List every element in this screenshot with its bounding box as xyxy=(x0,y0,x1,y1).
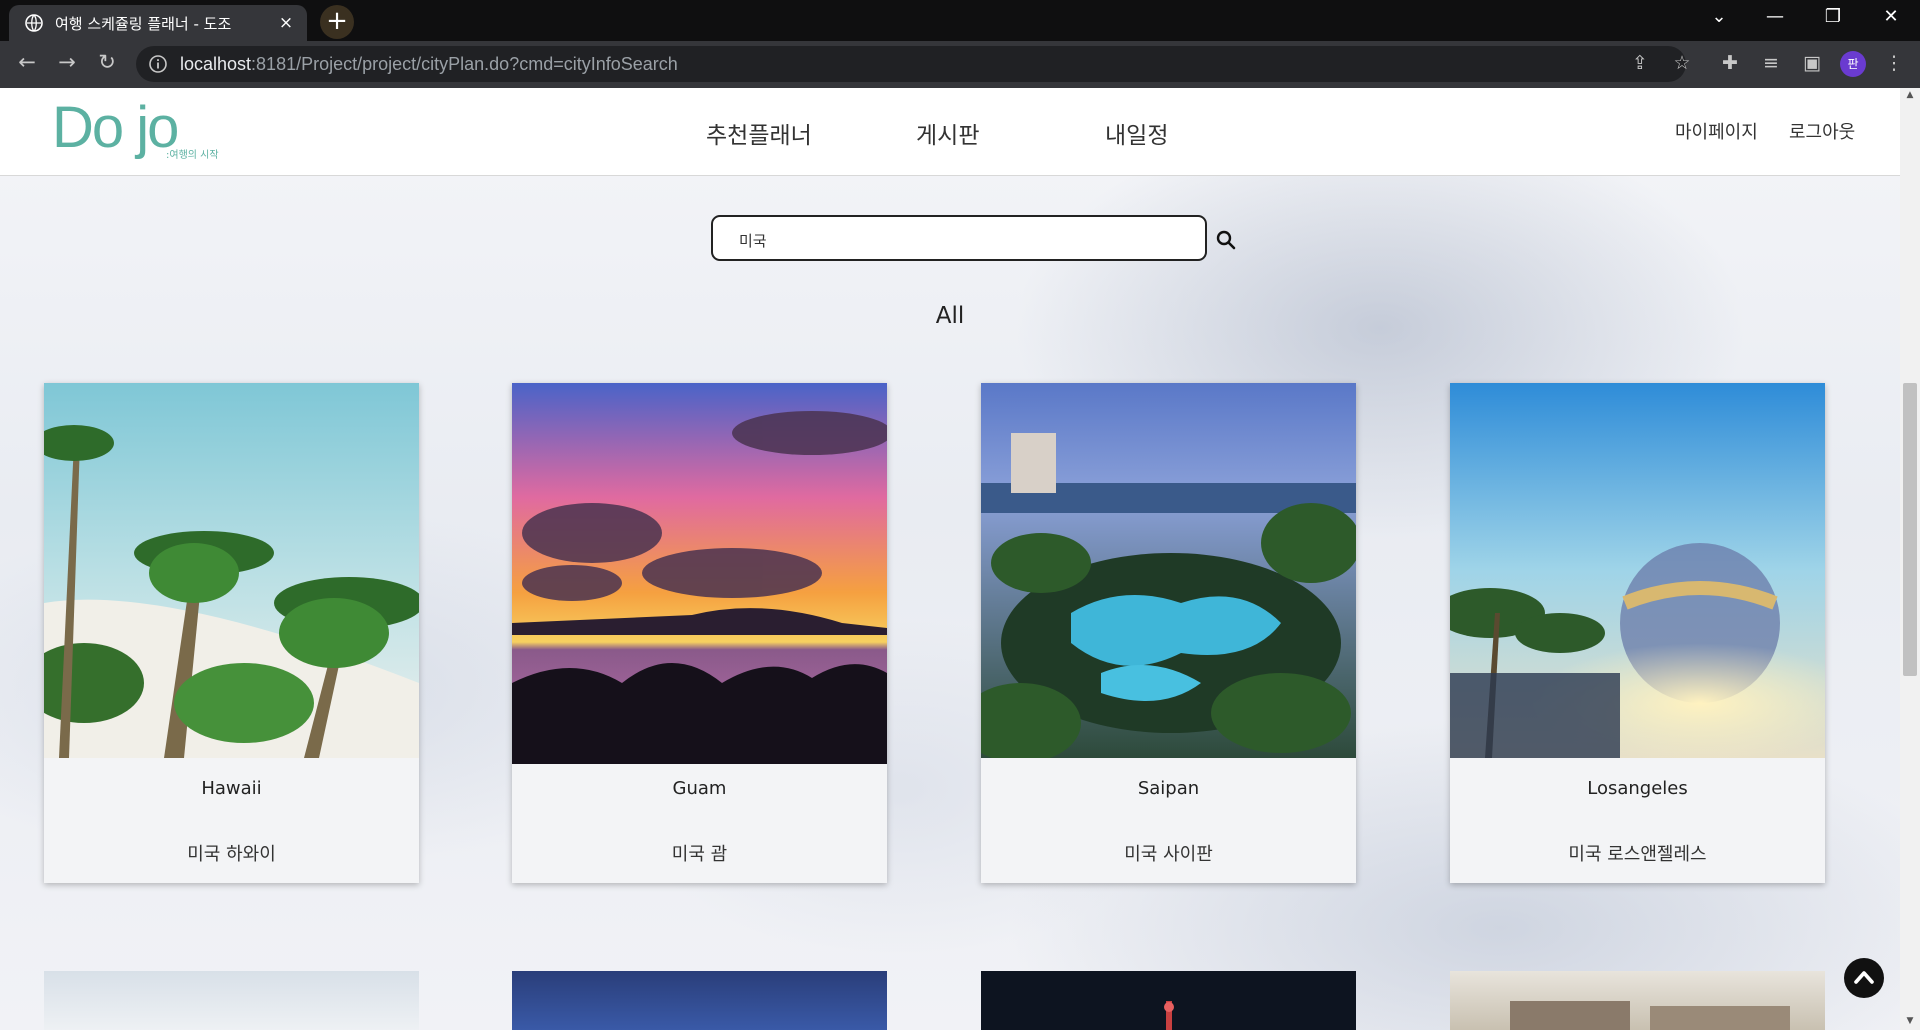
search-value: 미국 xyxy=(739,232,767,250)
close-window-icon[interactable]: ✕ xyxy=(1871,6,1911,27)
restore-icon[interactable]: ❐ xyxy=(1813,6,1853,27)
scrollbar-thumb[interactable] xyxy=(1903,383,1917,676)
city-desc: 미국 괌 xyxy=(671,844,728,865)
nav-recommended-planner[interactable]: 추천플래너 xyxy=(706,116,812,150)
globe-icon xyxy=(25,14,43,32)
city-desc: 미국 하와이 xyxy=(187,844,276,865)
city-card-guam[interactable]: Guam 미국 괌 xyxy=(512,383,887,883)
site-header: Do jo :여행의 시작 추천플래너 게시판 내일정 마이페이지 로그아웃 xyxy=(0,88,1900,176)
city-image xyxy=(512,383,887,764)
url-text: localhost:8181/Project/project/cityPlan.… xyxy=(180,53,678,74)
nav-board[interactable]: 게시판 xyxy=(916,116,979,150)
search-icon[interactable] xyxy=(1216,230,1236,250)
mypage-link[interactable]: 마이페이지 xyxy=(1675,118,1758,144)
scroll-to-top-button[interactable] xyxy=(1844,958,1884,998)
page-viewport: Do jo :여행의 시작 추천플래너 게시판 내일정 마이페이지 로그아웃 미… xyxy=(0,88,1920,1030)
city-name: Guam xyxy=(672,778,727,799)
chevron-up-icon xyxy=(1854,971,1874,984)
scroll-up-icon[interactable]: ▲ xyxy=(1900,90,1920,100)
logout-link[interactable]: 로그아웃 xyxy=(1789,118,1855,144)
more-menu-icon[interactable]: ⋮ xyxy=(1880,52,1908,74)
address-bar[interactable]: localhost:8181/Project/project/cityPlan.… xyxy=(136,46,1686,82)
city-card-next-4[interactable] xyxy=(1450,971,1825,1030)
tab-title: 여행 스케쥴링 플래너 - 도조 xyxy=(55,14,232,33)
browser-tab[interactable]: 여행 스케쥴링 플래너 - 도조 × xyxy=(9,5,307,41)
city-desc: 미국 로스앤젤레스 xyxy=(1568,844,1707,865)
reload-icon[interactable]: ↻ xyxy=(92,50,122,74)
city-card-hawaii[interactable]: Hawaii 미국 하와이 xyxy=(44,383,419,883)
site-logo[interactable]: Do jo xyxy=(52,94,179,161)
nav-my-schedule[interactable]: 내일정 xyxy=(1105,116,1168,150)
forward-icon[interactable]: → xyxy=(52,50,82,74)
city-desc: 미국 사이판 xyxy=(1124,844,1213,865)
search-input[interactable]: 미국 xyxy=(711,215,1207,261)
city-image xyxy=(44,383,419,758)
side-panel-icon[interactable]: ▣ xyxy=(1798,52,1826,74)
city-image xyxy=(1450,383,1825,758)
city-name: Hawaii xyxy=(201,778,262,799)
share-icon[interactable]: ⇪ xyxy=(1626,52,1654,74)
city-card-next-1[interactable] xyxy=(44,971,419,1030)
city-card-next-3[interactable] xyxy=(981,971,1356,1030)
logo-tagline: :여행의 시작 xyxy=(166,150,219,161)
bookmark-star-icon[interactable]: ☆ xyxy=(1668,52,1696,74)
minimize-icon[interactable]: — xyxy=(1755,6,1795,27)
extensions-icon[interactable]: ✚ xyxy=(1716,52,1744,74)
city-card-next-2[interactable] xyxy=(512,971,887,1030)
section-title: All xyxy=(935,303,965,329)
city-name: Losangeles xyxy=(1587,778,1688,799)
city-card-saipan[interactable]: Saipan 미국 사이판 xyxy=(981,383,1356,883)
page-scrollbar[interactable]: ▲ ▼ xyxy=(1900,88,1920,1030)
scroll-down-icon[interactable]: ▼ xyxy=(1900,1016,1920,1026)
city-name: Saipan xyxy=(1137,778,1200,799)
site-info-icon[interactable] xyxy=(148,54,168,74)
close-tab-icon[interactable]: × xyxy=(275,13,297,33)
browser-toolbar: ← → ↻ localhost:8181/Project/project/cit… xyxy=(0,41,1920,88)
back-icon[interactable]: ← xyxy=(12,50,42,74)
reading-list-icon[interactable]: ≡ xyxy=(1757,52,1785,74)
city-image xyxy=(981,383,1356,758)
city-card-losangeles[interactable]: Losangeles 미국 로스앤젤레스 xyxy=(1450,383,1825,883)
tab-search-icon[interactable]: ⌄ xyxy=(1699,6,1739,27)
new-tab-button[interactable]: + xyxy=(320,5,354,39)
browser-tab-strip: 여행 스케쥴링 플래너 - 도조 × + ⌄ — ❐ ✕ xyxy=(0,0,1920,41)
profile-avatar[interactable]: 판 xyxy=(1840,51,1866,77)
